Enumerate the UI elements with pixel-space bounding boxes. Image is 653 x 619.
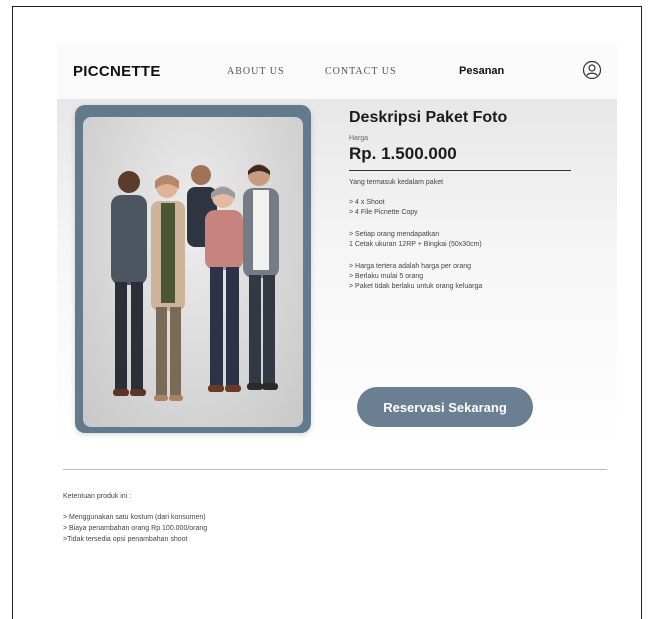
terms-list: > Menggunakan satu kostum (dari konsumen… bbox=[63, 512, 363, 545]
terms-item: >Tidak tersedia opsi penambahan shoot bbox=[63, 536, 188, 543]
terms-item: > Menggunakan satu kostum (dari konsumen… bbox=[63, 514, 206, 521]
nav-about-link[interactable]: ABOUT US bbox=[227, 66, 285, 77]
included-item: > Berlaku mulai 5 orang bbox=[349, 273, 424, 280]
price-value: Rp. 1.500.000 bbox=[349, 144, 571, 171]
person-5 bbox=[243, 164, 279, 390]
person-4 bbox=[205, 186, 243, 392]
package-title: Deskripsi Paket Foto bbox=[349, 109, 508, 126]
section-divider bbox=[63, 469, 607, 470]
package-section: Deskripsi Paket Foto Harga Rp. 1.500.000… bbox=[57, 99, 617, 447]
nav-order-link[interactable]: Pesanan bbox=[459, 65, 504, 77]
terms-item: > Biaya penambahan orang Rp 100.000/oran… bbox=[63, 525, 208, 532]
included-label: Yang termasuk kedalam paket bbox=[349, 179, 444, 186]
photo-backdrop bbox=[83, 117, 303, 427]
person-2 bbox=[151, 175, 185, 401]
terms-title: Ketentuan produk ini : bbox=[63, 493, 132, 500]
included-item: 1 Cetak ukuran 12RP + Bingkai (50x30cm) bbox=[349, 241, 482, 248]
family-photo-illustration bbox=[111, 164, 279, 401]
reserve-now-button[interactable]: Reservasi Sekarang bbox=[357, 387, 533, 427]
nav-contact-link[interactable]: CONTACT US bbox=[325, 66, 397, 77]
person-1 bbox=[111, 171, 147, 396]
included-group-2: > Setiap orang mendapatkan 1 Cetak ukura… bbox=[349, 230, 589, 250]
included-item: > Paket tidak berlaku untuk orang keluar… bbox=[349, 283, 483, 290]
included-item: > Setiap orang mendapatkan bbox=[349, 231, 440, 238]
included-group-3: > Harga tertera adalah harga per orang >… bbox=[349, 262, 589, 292]
included-item: > 4 File Picnette Copy bbox=[349, 209, 418, 216]
family-photo bbox=[75, 105, 311, 433]
price-label: Harga bbox=[349, 135, 369, 142]
included-item: > 4 x Shoot bbox=[349, 199, 385, 206]
navbar: PICCNETTE ABOUT US CONTACT US Pesanan bbox=[57, 43, 617, 99]
page-frame: PICCNETTE ABOUT US CONTACT US Pesanan De… bbox=[12, 6, 642, 619]
package-details: Deskripsi Paket Foto Harga Rp. 1.500.000… bbox=[349, 109, 589, 292]
product-terms: Ketentuan produk ini : > Menggunakan sat… bbox=[63, 493, 363, 545]
included-item: > Harga tertera adalah harga per orang bbox=[349, 263, 471, 270]
brand-logo[interactable]: PICCNETTE bbox=[73, 63, 161, 80]
user-icon[interactable] bbox=[582, 60, 602, 80]
included-group-1: > 4 x Shoot > 4 File Picnette Copy bbox=[349, 198, 589, 218]
